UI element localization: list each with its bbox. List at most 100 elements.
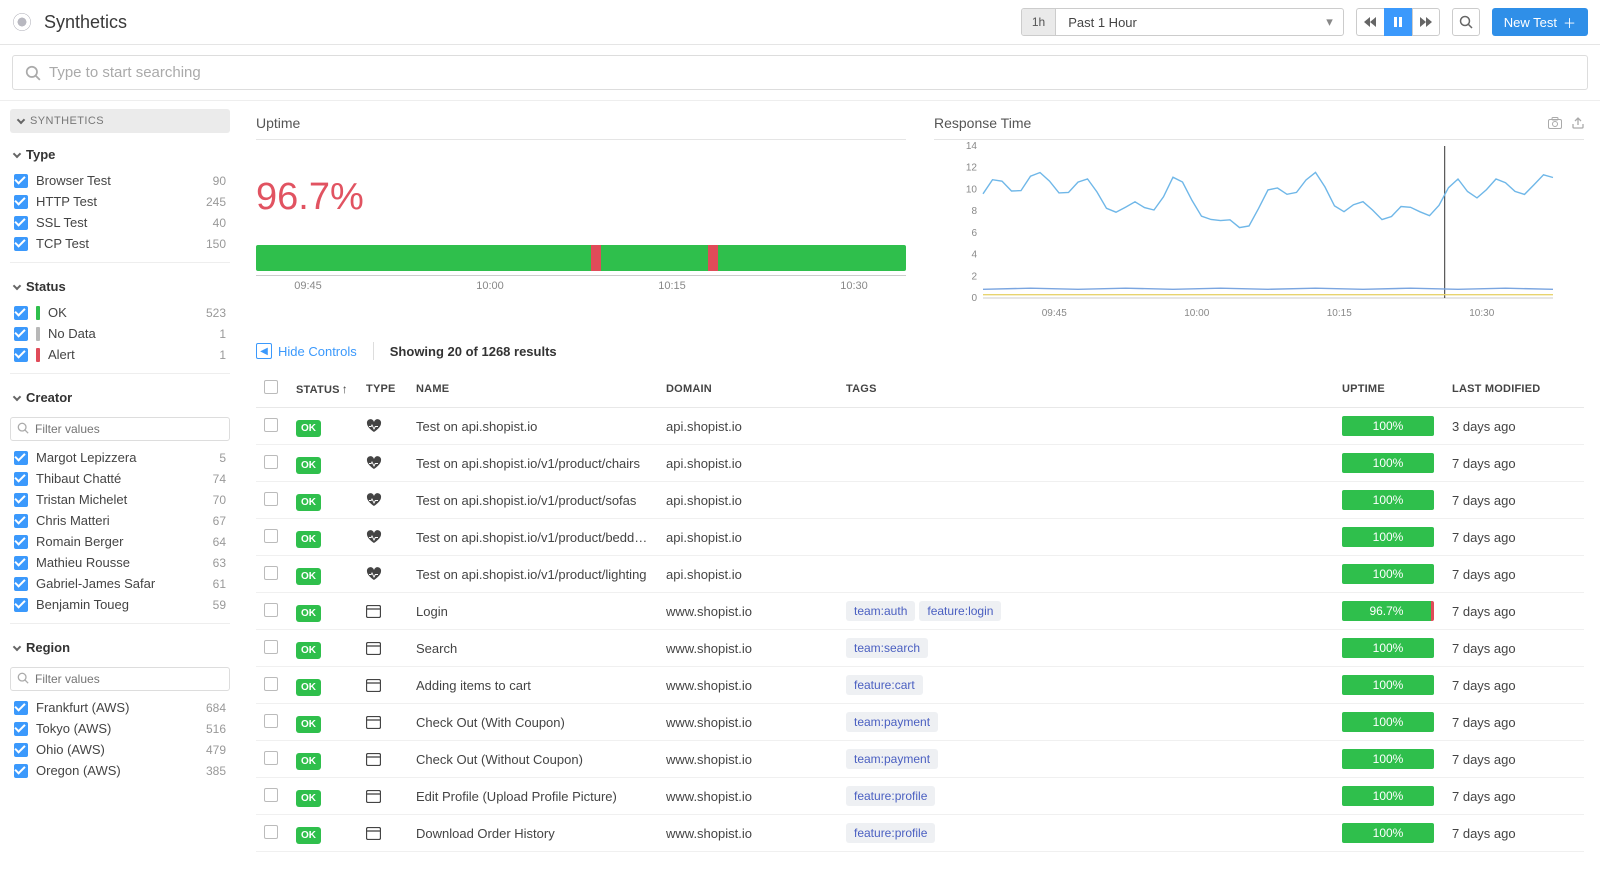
col-name[interactable]: NAME	[408, 370, 658, 408]
chevron-down-icon	[13, 149, 21, 157]
y-tick: 14	[966, 141, 978, 152]
table-row[interactable]: OK Adding items to cart www.shopist.io f…	[256, 667, 1584, 704]
creator-filter-input[interactable]	[10, 417, 230, 441]
hide-controls-button[interactable]: ◀ Hide Controls	[256, 343, 357, 359]
facet-title[interactable]: Type	[10, 139, 230, 170]
facet-count: 150	[206, 237, 226, 251]
y-tick: 4	[971, 250, 977, 261]
table-row[interactable]: OK Edit Profile (Upload Profile Picture)…	[256, 778, 1584, 815]
row-checkbox[interactable]	[264, 825, 278, 839]
facet-item[interactable]: Ohio (AWS)479	[10, 739, 230, 760]
table-row[interactable]: OK Test on api.shopist.io/v1/product/bed…	[256, 519, 1584, 556]
facet-item[interactable]: Browser Test90	[10, 170, 230, 191]
col-status[interactable]: STATUS↑	[288, 370, 358, 408]
facet-count: 1	[219, 348, 226, 362]
facet-item[interactable]: Mathieu Rousse63	[10, 552, 230, 573]
facet-item[interactable]: Oregon (AWS)385	[10, 760, 230, 781]
facet-title[interactable]: Status	[10, 271, 230, 302]
select-all-checkbox[interactable]	[264, 380, 278, 394]
row-checkbox[interactable]	[264, 455, 278, 469]
col-type[interactable]: TYPE	[358, 370, 408, 408]
pause-button[interactable]	[1384, 8, 1412, 36]
facet-item[interactable]: Frankfurt (AWS)684	[10, 697, 230, 718]
col-uptime[interactable]: UPTIME	[1334, 370, 1444, 408]
tag-pill[interactable]: feature:profile	[846, 823, 935, 843]
export-icon[interactable]	[1572, 117, 1584, 129]
tag-pill[interactable]: team:payment	[846, 749, 938, 769]
table-row[interactable]: OK Download Order History www.shopist.io…	[256, 815, 1584, 852]
facet-item[interactable]: Margot Lepizzera5	[10, 447, 230, 468]
table-row[interactable]: OK Search www.shopist.io team:search 100…	[256, 630, 1584, 667]
facet-item[interactable]: Romain Berger64	[10, 531, 230, 552]
tag-pill[interactable]: feature:profile	[846, 786, 935, 806]
row-checkbox[interactable]	[264, 418, 278, 432]
facet-item[interactable]: Tristan Michelet70	[10, 489, 230, 510]
facet-item[interactable]: Chris Matteri67	[10, 510, 230, 531]
table-row[interactable]: OK Test on api.shopist.io api.shopist.io…	[256, 408, 1584, 445]
row-checkbox[interactable]	[264, 788, 278, 802]
tag-pill[interactable]: team:payment	[846, 712, 938, 732]
facet-title[interactable]: Region	[10, 632, 230, 663]
row-checkbox[interactable]	[264, 677, 278, 691]
row-checkbox[interactable]	[264, 640, 278, 654]
row-checkbox[interactable]	[264, 714, 278, 728]
search-icon	[25, 65, 41, 81]
col-tags[interactable]: TAGS	[838, 370, 1334, 408]
status-color-chip	[36, 348, 40, 362]
row-checkbox[interactable]	[264, 751, 278, 765]
col-last-modified[interactable]: LAST MODIFIED	[1444, 370, 1584, 408]
tag-pill[interactable]: feature:login	[919, 601, 1001, 621]
tag-pill[interactable]: team:auth	[846, 601, 915, 621]
search-bar[interactable]	[12, 55, 1588, 90]
row-checkbox[interactable]	[264, 566, 278, 580]
facet-item[interactable]: Benjamin Toueg59	[10, 594, 230, 615]
new-test-button[interactable]: New Test ＋	[1492, 8, 1588, 36]
chevron-down-icon	[13, 642, 21, 650]
facet-label: Gabriel-James Safar	[36, 576, 155, 591]
status-badge: OK	[296, 494, 321, 511]
table-row[interactable]: OK Check Out (With Coupon) www.shopist.i…	[256, 704, 1584, 741]
facet-item[interactable]: Gabriel-James Safar61	[10, 573, 230, 594]
facet-item[interactable]: OK523	[10, 302, 230, 323]
test-tags	[838, 556, 1334, 593]
facet-section-header[interactable]: SYNTHETICS	[10, 109, 230, 133]
table-row[interactable]: OK Test on api.shopist.io/v1/product/sof…	[256, 482, 1584, 519]
region-filter-input[interactable]	[10, 667, 230, 691]
table-row[interactable]: OK Login www.shopist.io team:authfeature…	[256, 593, 1584, 630]
search-input[interactable]	[49, 64, 1575, 81]
app-logo	[12, 12, 32, 32]
uptime-bar: 100%	[1342, 786, 1434, 806]
tag-pill[interactable]: team:search	[846, 638, 928, 658]
row-checkbox[interactable]	[264, 603, 278, 617]
row-checkbox[interactable]	[264, 529, 278, 543]
col-domain[interactable]: DOMAIN	[658, 370, 838, 408]
facet-title[interactable]: Creator	[10, 382, 230, 413]
test-domain: www.shopist.io	[658, 593, 838, 630]
forward-button[interactable]	[1412, 8, 1440, 36]
row-checkbox[interactable]	[264, 492, 278, 506]
tag-pill[interactable]: feature:cart	[846, 675, 923, 695]
table-row[interactable]: OK Test on api.shopist.io/v1/product/cha…	[256, 445, 1584, 482]
facet-label: Chris Matteri	[36, 513, 110, 528]
last-modified: 7 days ago	[1444, 778, 1584, 815]
facet-item[interactable]: Alert1	[10, 344, 230, 365]
table-row[interactable]: OK Test on api.shopist.io/v1/product/lig…	[256, 556, 1584, 593]
facet-item[interactable]: Thibaut Chatté74	[10, 468, 230, 489]
checkbox-icon	[14, 598, 28, 612]
heartbeat-icon	[366, 493, 382, 507]
time-range-picker[interactable]: 1h Past 1 Hour ▾	[1021, 8, 1344, 36]
facet-item[interactable]: Tokyo (AWS)516	[10, 718, 230, 739]
facet-item[interactable]: TCP Test150	[10, 233, 230, 254]
facet-item[interactable]: HTTP Test245	[10, 191, 230, 212]
facet-item[interactable]: No Data1	[10, 323, 230, 344]
facet-item[interactable]: SSL Test40	[10, 212, 230, 233]
search-button[interactable]	[1452, 8, 1480, 36]
table-row[interactable]: OK Check Out (Without Coupon) www.shopis…	[256, 741, 1584, 778]
checkbox-icon	[14, 535, 28, 549]
rewind-button[interactable]	[1356, 8, 1384, 36]
facet-count: 59	[213, 598, 226, 612]
camera-icon[interactable]	[1548, 117, 1562, 129]
uptime-bar: 100%	[1342, 675, 1434, 695]
test-tags: feature:profile	[838, 815, 1334, 852]
test-name: Download Order History	[408, 815, 658, 852]
